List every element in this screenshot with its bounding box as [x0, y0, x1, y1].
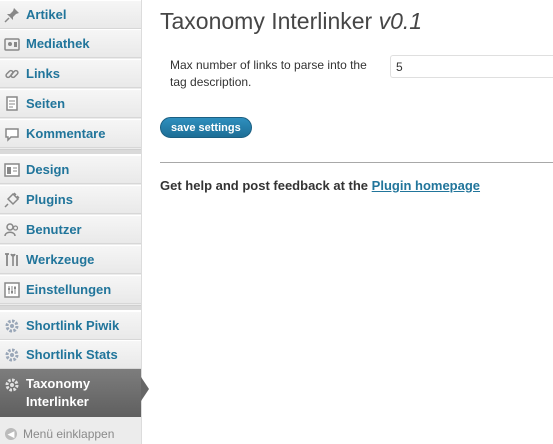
max-links-label: Max number of links to parse into the ta… — [170, 58, 367, 89]
sidebar-item-kommentare[interactable]: Kommentare — [0, 119, 141, 148]
sidebar-item-label: Taxonomy Interlinker — [26, 375, 90, 411]
sidebar-item-shortlink-stats[interactable]: Shortlink Stats — [0, 340, 141, 369]
sidebar-item-mediathek[interactable]: Mediathek — [0, 29, 141, 58]
sidebar-item-label: Plugins — [26, 192, 73, 207]
sidebar-item-label: Artikel — [26, 7, 67, 22]
sidebar-item-seiten[interactable]: Seiten — [0, 89, 141, 118]
plugins-icon — [4, 191, 20, 208]
help-text: Get help and post feedback at the Plugin… — [160, 178, 480, 193]
settings-icon — [4, 281, 20, 298]
sidebar-item-label: Shortlink Stats — [26, 347, 118, 362]
collapse-menu-button[interactable]: ◀ Menü einklappen — [0, 424, 141, 444]
version-text: v0.1 — [378, 8, 423, 34]
sidebar-item-taxonomy-interlinker[interactable]: Taxonomy Interlinker — [0, 369, 141, 417]
sidebar-item-shortlink-piwik[interactable]: Shortlink Piwik — [0, 311, 141, 340]
sidebar-item-links[interactable]: Links — [0, 59, 141, 88]
sidebar-item-label: Werkzeuge — [26, 252, 95, 267]
sidebar-item-benutzer[interactable]: Benutzer — [0, 215, 141, 244]
pin-icon — [4, 7, 20, 23]
sidebar-item-label: Kommentare — [26, 126, 106, 141]
media-icon — [4, 36, 20, 52]
sidebar-item-label: Design — [26, 162, 70, 177]
collapse-arrow-icon: ◀ — [5, 428, 17, 440]
active-label-line2: Interlinker — [26, 394, 89, 409]
sidebar-item-label: Seiten — [26, 96, 66, 111]
sidebar-item-label: Mediathek — [26, 36, 90, 51]
sidebar-item-design[interactable]: Design — [0, 155, 141, 184]
sidebar-item-label: Benutzer — [26, 222, 82, 237]
sidebar-item-artikel[interactable]: Artikel — [0, 0, 141, 29]
tools-icon — [4, 252, 20, 268]
plugin-homepage-link[interactable]: Plugin homepage — [372, 178, 480, 193]
sidebar-item-werkzeuge[interactable]: Werkzeuge — [0, 245, 141, 274]
links-icon — [4, 66, 20, 82]
sidebar-item-einstellungen[interactable]: Einstellungen — [0, 275, 141, 304]
gear-icon — [4, 377, 20, 393]
sidebar-item-plugins[interactable]: Plugins — [0, 185, 141, 214]
max-links-input[interactable] — [390, 55, 553, 78]
sidebar-item-label: Einstellungen — [26, 282, 112, 297]
save-settings-button[interactable]: save settings — [160, 117, 252, 138]
help-prefix: Get help and post feedback at the — [160, 178, 369, 193]
gear-icon — [4, 347, 20, 363]
gear-icon — [4, 318, 20, 334]
sidebar-item-label: Links — [26, 66, 60, 81]
active-pointer — [141, 377, 149, 401]
admin-sidebar: Artikel Mediathek Links Seiten Kommentar… — [0, 0, 142, 444]
users-icon — [4, 222, 20, 238]
comments-icon — [4, 126, 20, 142]
active-label-line1: Taxonomy — [26, 376, 91, 391]
title-text: Taxonomy Interlinker — [160, 8, 373, 34]
appearance-icon — [4, 162, 20, 178]
page-title: Taxonomy Interlinker v0.1 — [160, 8, 422, 35]
divider — [160, 162, 553, 163]
collapse-label: Menü einklappen — [23, 427, 115, 441]
pages-icon — [4, 95, 20, 112]
sidebar-item-label: Shortlink Piwik — [26, 318, 120, 333]
